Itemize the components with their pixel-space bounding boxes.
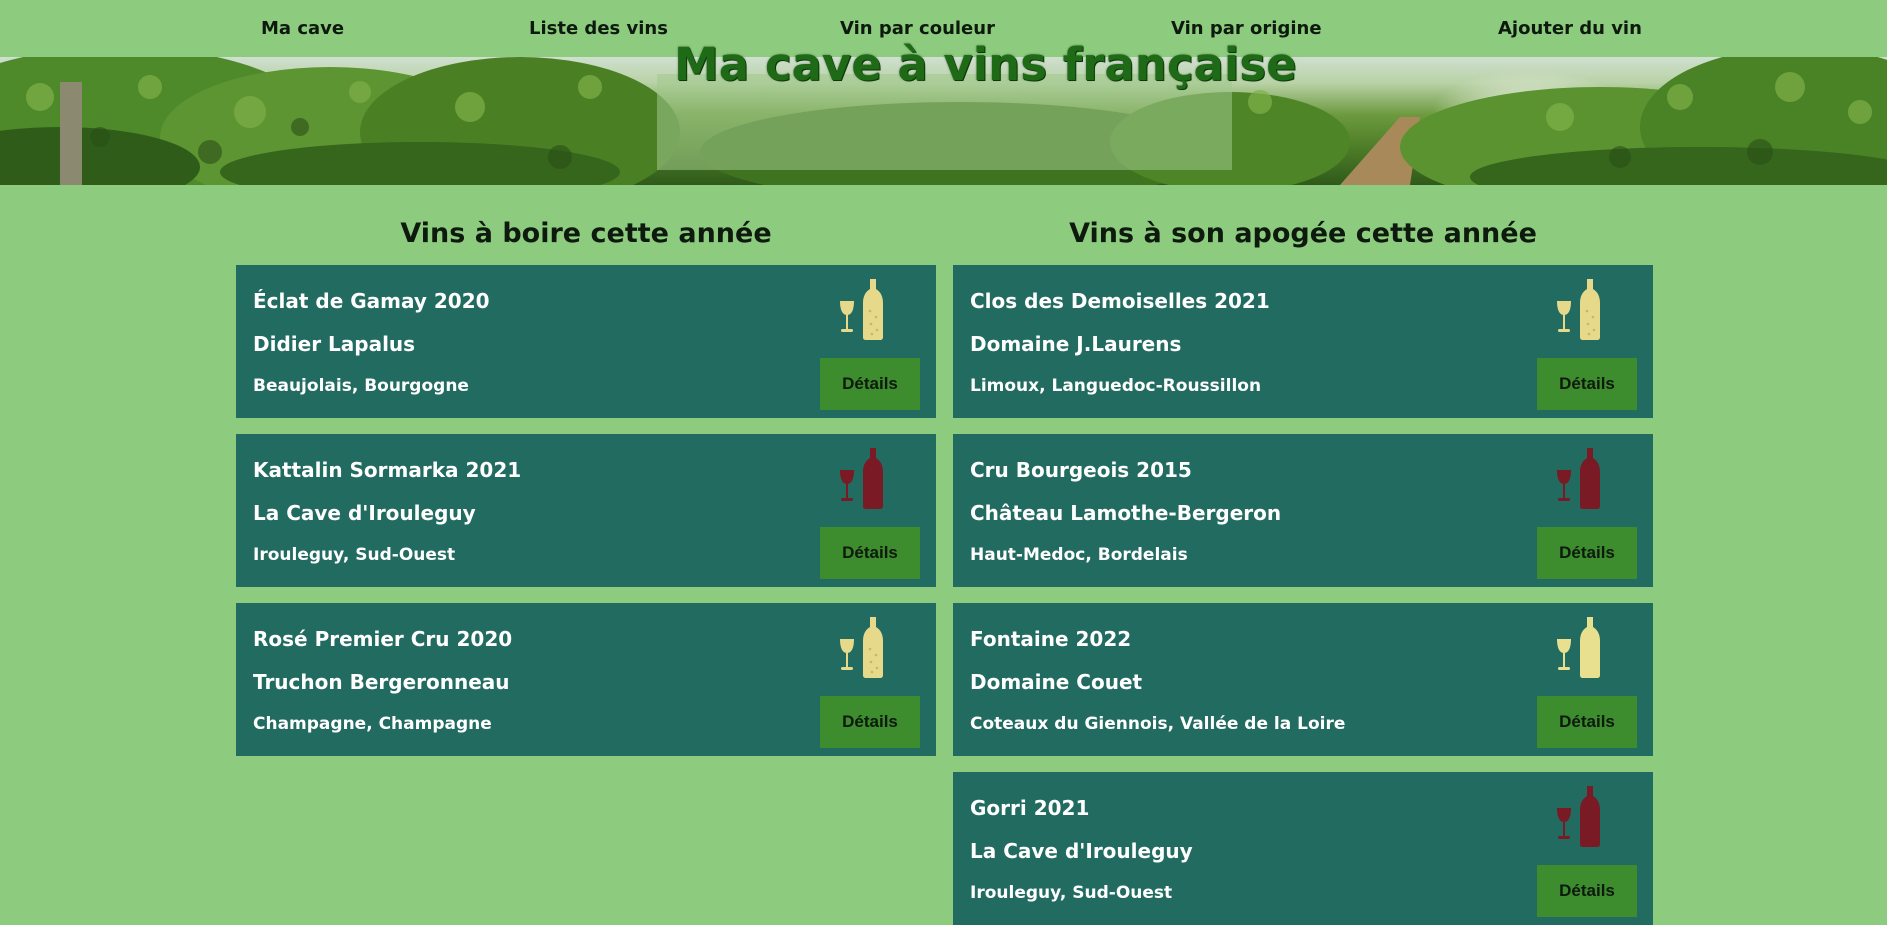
details-button[interactable]: Détails xyxy=(820,696,920,748)
column-heading-apogee: Vins à son apogée cette année xyxy=(1069,218,1537,249)
nav-item-ajouter-du-vin[interactable]: Ajouter du vin xyxy=(1498,18,1642,39)
wine-card: Kattalin Sormarka 2021 La Cave d'Irouleg… xyxy=(236,434,936,587)
wine-origin: Limoux, Languedoc-Roussillon xyxy=(970,376,1262,396)
nav-item-vin-par-origine[interactable]: Vin par origine xyxy=(1171,18,1322,39)
wine-name: Cru Bourgeois 2015 xyxy=(970,458,1192,482)
wine-card: Clos des Demoiselles 2021 Domaine J.Laur… xyxy=(953,265,1653,418)
details-button[interactable]: Détails xyxy=(1537,696,1637,748)
red-wine-icon xyxy=(1557,786,1600,847)
wine-producer: Domaine J.Laurens xyxy=(970,332,1182,356)
wine-name: Éclat de Gamay 2020 xyxy=(253,289,490,313)
wine-producer: La Cave d'Irouleguy xyxy=(253,501,476,525)
wine-card: Gorri 2021 La Cave d'Irouleguy Irouleguy… xyxy=(953,772,1653,925)
wine-origin: Beaujolais, Bourgogne xyxy=(253,376,469,396)
nav-item-liste-des-vins[interactable]: Liste des vins xyxy=(529,18,668,39)
wine-card: Cru Bourgeois 2015 Château Lamothe-Berge… xyxy=(953,434,1653,587)
wine-name: Kattalin Sormarka 2021 xyxy=(253,458,522,482)
wine-name: Clos des Demoiselles 2021 xyxy=(970,289,1270,313)
details-button[interactable]: Détails xyxy=(1537,527,1637,579)
wine-producer: Truchon Bergeronneau xyxy=(253,670,510,694)
wine-producer: Didier Lapalus xyxy=(253,332,416,356)
nav-item-ma-cave[interactable]: Ma cave xyxy=(261,18,344,39)
wine-origin: Irouleguy, Sud-Ouest xyxy=(970,883,1173,903)
wine-name: Fontaine 2022 xyxy=(970,627,1132,651)
wine-card: Rosé Premier Cru 2020 Truchon Bergeronne… xyxy=(236,603,936,756)
wine-origin: Haut-Medoc, Bordelais xyxy=(970,545,1188,565)
sparkling-wine-icon xyxy=(1557,279,1600,340)
wine-producer: La Cave d'Irouleguy xyxy=(970,839,1193,863)
wine-producer: Château Lamothe-Bergeron xyxy=(970,501,1282,525)
nav-item-vin-par-couleur[interactable]: Vin par couleur xyxy=(840,18,995,39)
wine-origin: Irouleguy, Sud-Ouest xyxy=(253,545,456,565)
wine-card: Éclat de Gamay 2020 Didier Lapalus Beauj… xyxy=(236,265,936,418)
details-button[interactable]: Détails xyxy=(820,358,920,410)
details-button[interactable]: Détails xyxy=(1537,865,1637,917)
wine-origin: Champagne, Champagne xyxy=(253,714,492,734)
wine-card: Fontaine 2022 Domaine Couet Coteaux du G… xyxy=(953,603,1653,756)
column-heading-a-boire: Vins à boire cette année xyxy=(400,218,772,249)
red-wine-icon xyxy=(1557,448,1600,509)
white-wine-icon xyxy=(1557,617,1600,678)
wine-origin: Coteaux du Giennois, Vallée de la Loire xyxy=(970,714,1346,734)
details-button[interactable]: Détails xyxy=(1537,358,1637,410)
wine-name: Gorri 2021 xyxy=(970,796,1090,820)
sparkling-wine-icon xyxy=(840,617,883,678)
sparkling-wine-icon xyxy=(840,279,883,340)
red-wine-icon xyxy=(840,448,883,509)
wine-name: Rosé Premier Cru 2020 xyxy=(253,627,513,651)
page-title: Ma cave à vins française xyxy=(674,38,1297,91)
wine-producer: Domaine Couet xyxy=(970,670,1143,694)
details-button[interactable]: Détails xyxy=(820,527,920,579)
